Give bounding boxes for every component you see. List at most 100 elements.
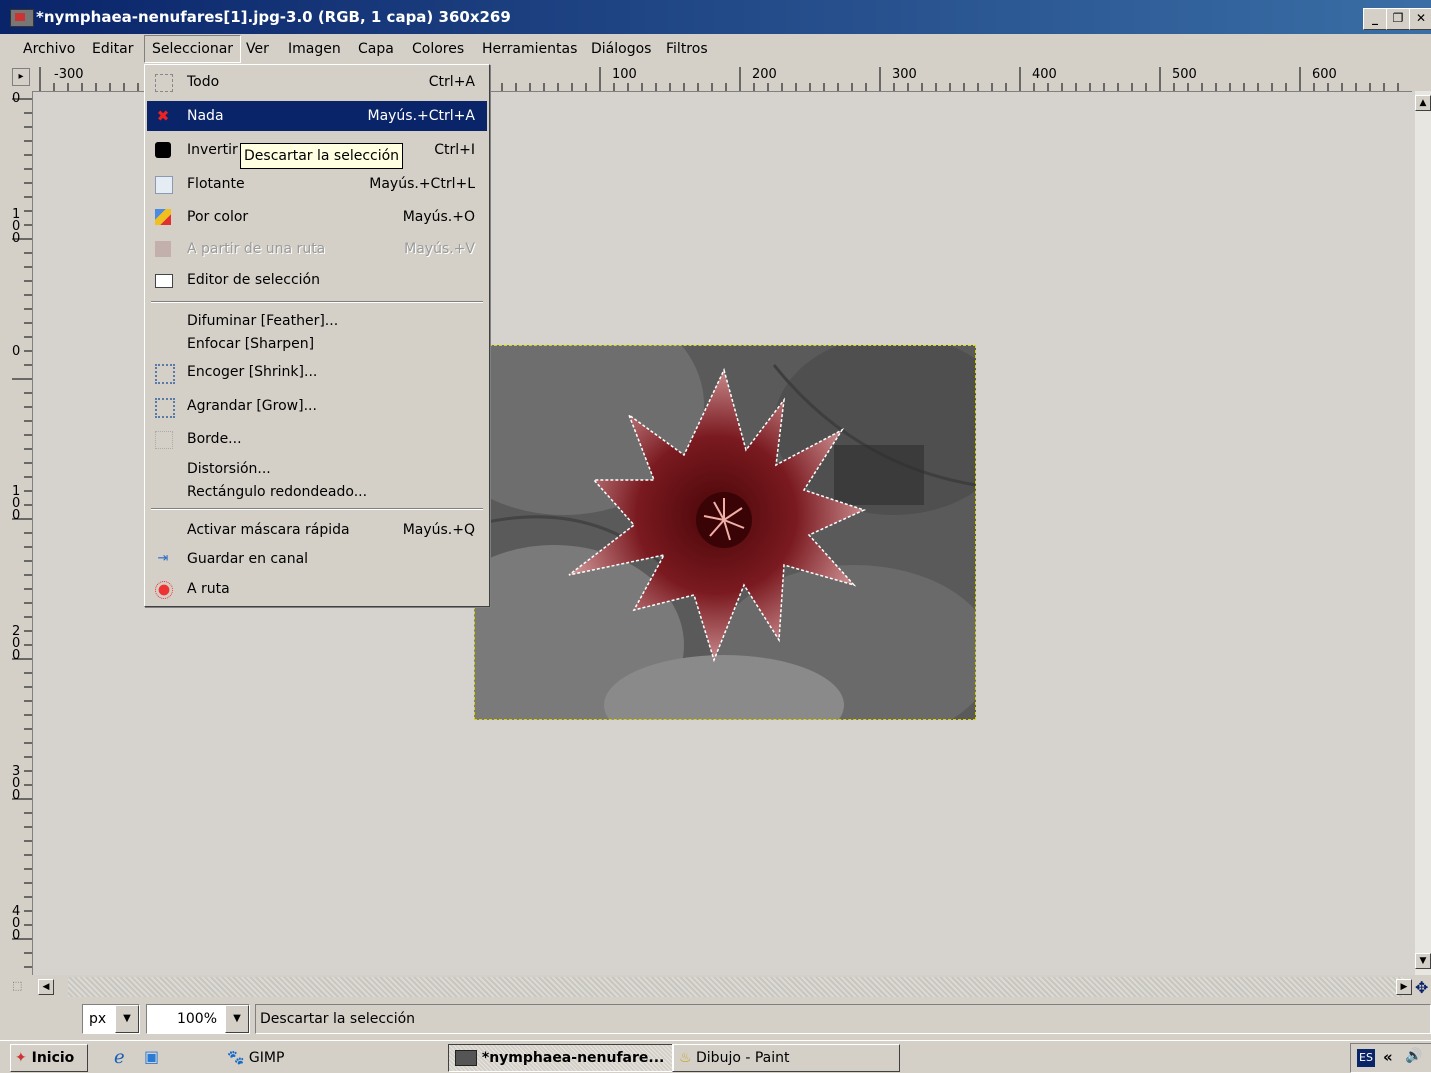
taskbar-gimp[interactable]: 🐾 GIMP [220, 1044, 446, 1072]
menu-item-a-ruta[interactable]: A ruta [147, 574, 487, 604]
menu-item-shortcut: Mayús.+O [402, 209, 475, 225]
menu-item-label: Nada [187, 108, 224, 124]
show-hidden-icons-chevron[interactable]: « [1383, 1048, 1393, 1066]
horizontal-scroll-row: ⬚ ◀ ▶ ✥ [10, 975, 1431, 999]
taskbar-paint-label: Dibujo - Paint [696, 1050, 790, 1066]
menu-editar[interactable]: Editar [85, 36, 140, 62]
menu-separator [151, 508, 483, 510]
close-button[interactable]: ✕ [1409, 8, 1431, 30]
ruler-menu-button[interactable]: ▸ [12, 68, 30, 86]
menu-item-shortcut: Ctrl+A [428, 74, 475, 90]
invert-icon [155, 142, 171, 158]
selection-border [474, 345, 976, 720]
menu-item-guardar-canal[interactable]: ⇥ Guardar en canal [147, 544, 487, 574]
image-window-icon [455, 1050, 477, 1066]
menu-ver[interactable]: Ver [239, 36, 276, 62]
ruler-label: 100 [12, 484, 21, 523]
menu-capa[interactable]: Capa [351, 36, 401, 62]
ruler-label: 400 [12, 904, 21, 943]
unit-select[interactable]: px ▼ [82, 1004, 140, 1034]
ruler-label: 300 [12, 764, 21, 803]
menu-item-todo[interactable]: Todo Ctrl+A [147, 67, 487, 97]
window-title: *nymphaea-nenufares[1].jpg-3.0 (RGB, 1 c… [36, 8, 511, 26]
menu-filtros[interactable]: Filtros [659, 36, 715, 62]
menu-item-label: Flotante [187, 176, 245, 192]
taskbar: ✦ Inicio ℯ ▣ 🐾 GIMP *nymphaea-nenufare..… [0, 1040, 1431, 1073]
menu-item-label: Rectángulo redondeado... [187, 484, 368, 500]
zoom-select[interactable]: 100% ▼ [146, 1004, 250, 1034]
status-bar: px ▼ 100% ▼ Descartar la selección [10, 1000, 1431, 1038]
internet-explorer-icon[interactable]: ℯ [114, 1047, 125, 1068]
ruler-label: 100 [12, 207, 21, 246]
menu-dialogos[interactable]: Diálogos [584, 36, 658, 62]
start-button[interactable]: ✦ Inicio [10, 1044, 88, 1072]
menu-item-label: Agrandar [Grow]... [187, 398, 317, 414]
menu-item-encoger[interactable]: Encoger [Shrink]... [147, 357, 487, 387]
menu-item-editor-seleccion[interactable]: Editor de selección [147, 265, 487, 295]
menu-item-flotante[interactable]: Flotante Mayús.+Ctrl+L [147, 169, 487, 199]
menu-item-shortcut: Mayús.+Ctrl+L [369, 176, 475, 192]
menu-item-a-partir-de-ruta[interactable]: A partir de una ruta Mayús.+V [147, 234, 487, 264]
menu-item-mascara-rapida[interactable]: Activar máscara rápida Mayús.+Q [147, 515, 487, 545]
image-canvas[interactable] [424, 295, 1014, 755]
chevron-down-icon[interactable]: ▼ [225, 1005, 249, 1033]
menu-item-label: A partir de una ruta [187, 241, 326, 257]
menu-item-shortcut: Mayús.+V [404, 241, 475, 257]
menu-imagen[interactable]: Imagen [281, 36, 348, 62]
from-path-icon [155, 241, 171, 257]
restore-button[interactable]: ❐ [1386, 8, 1410, 30]
horizontal-scrollbar-track[interactable] [68, 977, 1404, 997]
ruler-label: 100 [612, 67, 637, 82]
vertical-scrollbar[interactable]: ▲ ▼ [1415, 91, 1431, 975]
menu-item-label: Editor de selección [187, 272, 320, 288]
language-indicator[interactable]: ES [1357, 1049, 1375, 1067]
ruler-label: 500 [1172, 67, 1197, 82]
quick-mask-toggle-icon[interactable]: ⬚ [12, 979, 30, 995]
menu-item-label: Por color [187, 209, 249, 225]
scroll-up-button[interactable]: ▲ [1415, 95, 1431, 111]
menu-item-label: Guardar en canal [187, 551, 309, 567]
select-none-icon: ✖ [156, 107, 170, 125]
menu-item-shortcut: Ctrl+I [434, 142, 475, 158]
scroll-right-button[interactable]: ▶ [1396, 979, 1412, 995]
menu-item-rectangulo-redondeado[interactable]: Rectángulo redondeado... [147, 477, 487, 507]
menu-item-label: A ruta [187, 581, 230, 597]
menu-archivo[interactable]: Archivo [16, 36, 82, 62]
tooltip: Descartar la selección [240, 143, 404, 169]
gimp-icon: 🐾 [227, 1050, 245, 1066]
scroll-left-button[interactable]: ◀ [38, 979, 54, 995]
menu-colores[interactable]: Colores [405, 36, 471, 62]
to-path-icon [155, 581, 173, 599]
taskbar-paint[interactable]: ♨ Dibujo - Paint [672, 1044, 900, 1072]
menu-item-label: Borde... [187, 431, 242, 447]
show-desktop-icon[interactable]: ▣ [144, 1047, 159, 1066]
float-icon [155, 176, 173, 194]
start-label: Inicio [31, 1050, 75, 1066]
scroll-down-button[interactable]: ▼ [1415, 953, 1431, 969]
navigate-icon[interactable]: ✥ [1415, 978, 1431, 997]
title-bar[interactable]: *nymphaea-nenufares[1].jpg-3.0 (RGB, 1 c… [0, 0, 1431, 34]
ruler-label: 600 [1312, 67, 1337, 82]
save-channel-icon: ⇥ [157, 551, 169, 566]
menu-item-borde[interactable]: Borde... [147, 424, 487, 454]
menu-item-agrandar[interactable]: Agrandar [Grow]... [147, 391, 487, 421]
shrink-icon [155, 364, 175, 384]
chevron-down-icon[interactable]: ▼ [115, 1005, 139, 1033]
menu-item-label: Invertir [187, 142, 238, 158]
minimize-button[interactable]: _ [1363, 8, 1387, 30]
menu-herramientas[interactable]: Herramientas [475, 36, 584, 62]
menu-item-por-color[interactable]: Por color Mayús.+O [147, 202, 487, 232]
menu-item-enfocar[interactable]: Enfocar [Sharpen] [147, 329, 487, 359]
system-tray: ES « 🔊 [1350, 1043, 1431, 1073]
menu-seleccionar[interactable]: Seleccionar [144, 35, 242, 63]
menu-item-nada[interactable]: ✖ Nada Mayús.+Ctrl+A [147, 101, 487, 131]
status-message: Descartar la selección [255, 1004, 1431, 1034]
vertical-ruler: 0 100 0 100 200 300 400 [10, 91, 33, 975]
ruler-label: 0 [12, 344, 21, 359]
menu-item-label: Enfocar [Sharpen] [187, 336, 315, 352]
volume-icon[interactable]: 🔊 [1405, 1048, 1422, 1064]
taskbar-image-window[interactable]: *nymphaea-nenufare... [448, 1044, 674, 1072]
zoom-value: 100% [176, 1011, 217, 1027]
gimp-image-icon [10, 9, 34, 27]
menu-item-label: Todo [187, 74, 220, 90]
